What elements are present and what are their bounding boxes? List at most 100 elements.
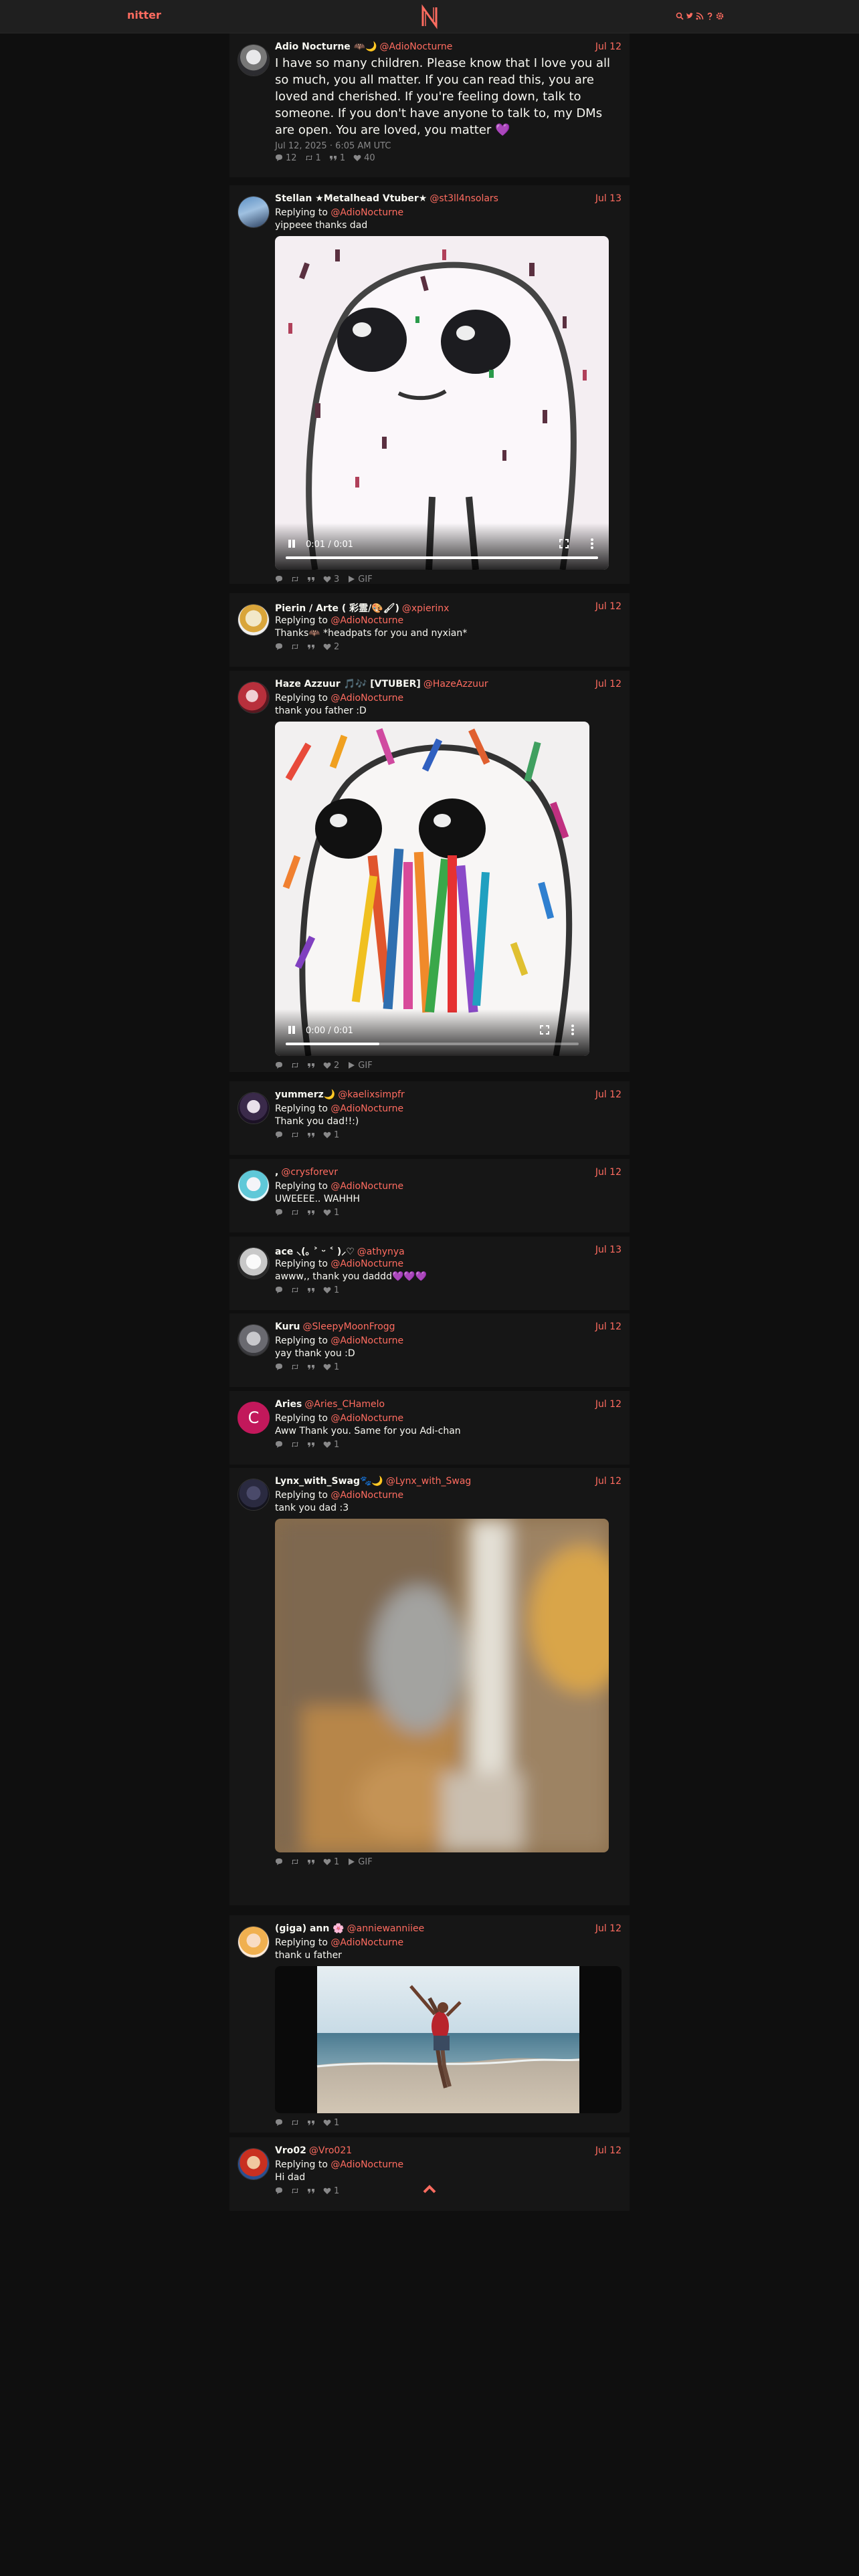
fullname[interactable]: Aries (275, 1399, 302, 1410)
username[interactable]: @HazeAzzuur (423, 679, 488, 689)
avatar[interactable] (237, 1247, 270, 1279)
fullname[interactable]: Stellan ★Metalhead Vtuber★ (275, 193, 427, 204)
main-tweet[interactable]: Adio Nocturne 🦇🌙 @AdioNocturne Jul 12 I h… (229, 33, 630, 177)
avatar[interactable] (237, 604, 270, 636)
reply-stat[interactable] (275, 1061, 283, 1069)
avatar[interactable] (237, 1170, 270, 1202)
like-stat[interactable]: 1 (323, 2186, 339, 2196)
username[interactable]: @Aries_CHamelo (304, 1399, 385, 1410)
replying-to-link[interactable]: @AdioNocturne (330, 615, 403, 626)
pause-icon[interactable] (287, 539, 296, 548)
tweet-date[interactable]: Jul 13 (595, 1245, 622, 1255)
retweet-stat[interactable] (291, 575, 299, 583)
reply-tweet[interactable]: C Aries @Aries_CHamelo Jul 12 Replying to… (229, 1391, 630, 1465)
retweet-stat[interactable] (291, 643, 299, 651)
username[interactable]: @kaelixsimpfr (338, 1089, 405, 1100)
tweet-date[interactable]: Jul 12 (595, 41, 622, 52)
tweet-date[interactable]: Jul 12 (595, 1089, 622, 1100)
retweet-stat[interactable] (291, 1131, 299, 1139)
fullname[interactable]: ace ⸜(｡ ˃ ᵕ ˂ )⸝♡ (275, 1247, 355, 1257)
replying-to-link[interactable]: @AdioNocturne (330, 1413, 403, 1424)
fullname[interactable]: Kuru (275, 1321, 300, 1332)
reply-tweet[interactable]: Lynx_with_Swag🐾🌙 @Lynx_with_Swag Jul 12 R… (229, 1468, 630, 1905)
username[interactable]: @Vro021 (309, 2145, 352, 2156)
twitter-icon[interactable] (685, 9, 694, 23)
avatar[interactable] (237, 44, 270, 76)
reply-tweet[interactable]: ace ⸜(｡ ˃ ᵕ ˂ )⸝♡ @athynya Jul 13 Replyin… (229, 1237, 630, 1310)
retweet-stat[interactable] (291, 2187, 299, 2195)
quote-stat[interactable] (307, 1440, 315, 1448)
like-stat[interactable]: 2 (323, 1061, 339, 1071)
retweet-stat[interactable] (291, 1286, 299, 1294)
like-stat[interactable]: 1 (323, 1362, 339, 1372)
gif-media[interactable] (275, 1519, 609, 1852)
like-stat[interactable]: 1 (323, 1208, 339, 1218)
reply-stat[interactable] (275, 643, 283, 651)
quote-stat[interactable] (307, 1061, 315, 1069)
reply-tweet[interactable]: Pierin / Arte ( 彩霊/🎨🖌) @xpierinx Jul 12 R… (229, 593, 630, 667)
username[interactable]: @xpierinx (402, 603, 449, 614)
quote-stat[interactable] (307, 1858, 315, 1866)
quote-stat[interactable] (307, 1363, 315, 1371)
avatar[interactable] (237, 1092, 270, 1124)
quote-stat[interactable] (307, 1286, 315, 1294)
tweet-date[interactable]: Jul 12 (595, 601, 622, 612)
retweet-stat[interactable] (291, 1061, 299, 1069)
quote-stat[interactable]: 1 (329, 153, 345, 163)
quote-stat[interactable] (307, 1208, 315, 1216)
reply-tweet[interactable]: , @crysforevr Jul 12 Replying to @AdioNoc… (229, 1159, 630, 1232)
like-stat[interactable]: 1 (323, 1440, 339, 1450)
replying-to-link[interactable]: @AdioNocturne (330, 1103, 403, 1114)
tweet-date[interactable]: Jul 12 (595, 1476, 622, 1487)
retweet-stat[interactable] (291, 1208, 299, 1216)
replying-to-link[interactable]: @AdioNocturne (330, 1259, 403, 1269)
username[interactable]: @athynya (357, 1247, 405, 1257)
fullname[interactable]: yummerz🌙 (275, 1089, 335, 1100)
reply-stat[interactable] (275, 575, 283, 583)
replying-to-link[interactable]: @AdioNocturne (330, 1181, 403, 1192)
site-logo-link[interactable]: nitter (127, 9, 161, 21)
quote-stat[interactable] (307, 1131, 315, 1139)
like-stat[interactable]: 2 (323, 642, 339, 652)
avatar[interactable] (237, 196, 270, 228)
more-options-icon[interactable] (571, 1024, 575, 1036)
video-progress-bar[interactable] (286, 1043, 579, 1045)
reply-tweet[interactable]: yummerz🌙 @kaelixsimpfr Jul 12 Replying to… (229, 1081, 630, 1155)
avatar[interactable] (237, 1479, 270, 1511)
settings-icon[interactable] (715, 9, 724, 23)
tweet-date[interactable]: Jul 12 (595, 2145, 622, 2156)
quote-stat[interactable] (307, 575, 315, 583)
tweet-date[interactable]: Jul 12 (595, 679, 622, 689)
fullname[interactable]: Adio Nocturne 🦇🌙 (275, 41, 377, 52)
username[interactable]: @AdioNocturne (380, 41, 453, 52)
quote-stat[interactable] (307, 2187, 315, 2195)
username[interactable]: @Lynx_with_Swag (386, 1476, 471, 1487)
like-stat[interactable]: 40 (353, 153, 375, 163)
reply-stat[interactable] (275, 1363, 283, 1371)
like-stat[interactable]: 1 (323, 1857, 339, 1867)
fullname[interactable]: Haze Azzuur 🎵🎶 [VTUBER] (275, 679, 421, 689)
replying-to-link[interactable]: @AdioNocturne (330, 1490, 403, 1501)
pause-icon[interactable] (287, 1025, 296, 1035)
reply-stat[interactable] (275, 1858, 283, 1866)
tweet-date[interactable]: Jul 12 (595, 1167, 622, 1178)
search-icon[interactable] (675, 9, 684, 23)
replying-to-link[interactable]: @AdioNocturne (330, 1335, 403, 1346)
replying-to-link[interactable]: @AdioNocturne (330, 693, 403, 704)
fullscreen-icon[interactable] (559, 539, 569, 548)
fullscreen-icon[interactable] (540, 1025, 549, 1035)
reply-tweet[interactable]: Haze Azzuur 🎵🎶 [VTUBER] @HazeAzzuur Jul 1… (229, 671, 630, 1072)
rss-icon[interactable] (695, 9, 704, 23)
back-to-top-icon[interactable] (422, 2183, 437, 2194)
username[interactable]: @anniewanniiee (347, 1923, 425, 1934)
retweet-stat[interactable]: 1 (305, 153, 321, 163)
replying-to-link[interactable]: @AdioNocturne (330, 207, 403, 218)
avatar[interactable] (237, 1926, 270, 1958)
video-player[interactable]: 0:01 / 0:01 (275, 236, 609, 570)
quote-stat[interactable] (307, 2119, 315, 2127)
reply-tweet[interactable]: Stellan ★Metalhead Vtuber★ @st3ll4nsolars… (229, 185, 630, 584)
tweet-date[interactable]: Jul 12 (595, 1923, 622, 1934)
reply-stat[interactable] (275, 2119, 283, 2127)
reply-tweet[interactable]: Kuru @SleepyMoonFrogg Jul 12 Replying to … (229, 1313, 630, 1387)
replying-to-link[interactable]: @AdioNocturne (330, 1937, 403, 1948)
